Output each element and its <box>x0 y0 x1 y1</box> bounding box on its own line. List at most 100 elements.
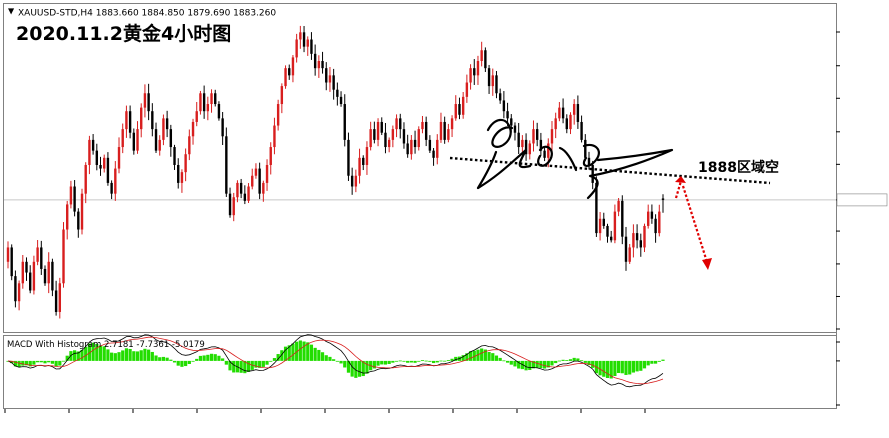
macd-histogram-bar <box>639 360 643 371</box>
candle-bull <box>280 86 284 105</box>
candle-bull <box>188 136 191 155</box>
candle-bear <box>151 111 154 130</box>
macd-histogram-bar <box>443 360 447 362</box>
candle-bull <box>613 211 617 241</box>
collapse-triangle-icon[interactable]: ▼ <box>8 7 15 16</box>
candle-bear <box>343 104 346 140</box>
candle-bear <box>310 39 313 54</box>
macd-histogram-bar <box>21 360 25 366</box>
candle-bear <box>406 143 409 155</box>
candle-bear <box>147 93 150 112</box>
candle-bull <box>143 93 147 108</box>
macd-histogram-bar <box>206 354 210 361</box>
candle-bull <box>254 168 258 176</box>
price-axis <box>836 31 888 330</box>
candle-bear <box>128 111 132 133</box>
candle-bull <box>36 247 39 262</box>
candle-bull <box>158 139 161 151</box>
candle-bull <box>317 61 321 69</box>
short-zone-annotation: 1888区域空 <box>698 159 779 176</box>
macd-histogram-bar <box>661 359 665 361</box>
macd-histogram-bar <box>513 360 517 367</box>
macd-histogram-bar <box>50 360 55 364</box>
macd-histogram-bar <box>616 360 621 373</box>
macd-histogram-bar <box>335 360 339 362</box>
candle-bull <box>251 175 254 187</box>
macd-histogram-bar <box>431 360 436 364</box>
candle-bull <box>47 261 50 284</box>
candle-bear <box>332 75 335 90</box>
candle-bull <box>206 104 210 112</box>
candle-bear <box>517 132 520 148</box>
candle-bear <box>402 129 406 144</box>
candle-bull <box>439 121 443 140</box>
macd-histogram-bar <box>132 351 136 361</box>
candle-bear <box>535 129 539 140</box>
candle-bull <box>480 50 483 62</box>
candle-bull <box>69 186 73 205</box>
macd-histogram-bar <box>505 360 510 363</box>
macd-histogram-bar <box>272 358 277 361</box>
candle-bull <box>461 96 465 115</box>
candle-bear <box>661 198 665 200</box>
macd-histogram-bar <box>357 360 362 377</box>
candle-bear <box>77 211 80 230</box>
candle-bear <box>339 96 343 105</box>
macd-histogram-bar <box>246 360 251 372</box>
candle-bull <box>232 197 235 216</box>
macd-histogram-bar <box>383 360 388 365</box>
candle-bear <box>54 290 58 312</box>
candle-bull <box>284 68 287 87</box>
candle-bear <box>498 93 502 101</box>
macd-histogram-bar <box>58 360 62 366</box>
macd-histogram-bar <box>324 355 328 361</box>
candle-bull <box>643 225 646 248</box>
candle-bull <box>236 182 239 198</box>
candle-bull <box>273 125 276 148</box>
macd-histogram-bar <box>646 360 650 366</box>
macd-histogram-bar <box>221 358 225 361</box>
candle-bull <box>66 204 69 230</box>
macd-histogram-bar <box>343 360 347 368</box>
macd-histogram-bar <box>480 348 484 361</box>
macd-histogram-bar <box>542 360 547 369</box>
macd-histogram-bar <box>550 360 554 366</box>
macd-histogram-bar <box>554 360 558 364</box>
trading-chart-window: ▼ XAUUSD-STD,H4 1883.660 1884.850 1879.6… <box>0 0 889 434</box>
macd-histogram-bar <box>572 357 576 361</box>
macd-histogram-bar <box>313 347 317 361</box>
candle-bear <box>95 150 99 165</box>
macd-histogram-bar <box>328 356 332 361</box>
candle-bull <box>276 104 280 126</box>
macd-histogram-bar <box>320 352 325 361</box>
candle-bear <box>635 233 639 241</box>
symbol-info-line: XAUUSD-STD,H4 1883.660 1884.850 1879.690… <box>18 9 276 19</box>
candle-bear <box>561 107 565 119</box>
macd-histogram-bar <box>528 360 532 371</box>
candle-bull <box>632 233 635 248</box>
candle-bear <box>25 261 28 273</box>
macd-histogram-bar <box>147 349 151 361</box>
candle-bull <box>295 39 298 58</box>
candle-bear <box>576 104 580 122</box>
candle-bear <box>413 139 417 148</box>
macd-histogram-bar <box>409 360 413 363</box>
macd-histogram-bar <box>568 359 573 361</box>
candle-bull <box>450 118 454 130</box>
candle-bull <box>58 283 62 312</box>
candle-bear <box>221 118 224 137</box>
macd-histogram-bar <box>198 355 203 361</box>
candle-bull <box>646 211 650 226</box>
candle-bull <box>528 143 531 155</box>
candle-bear <box>609 236 613 241</box>
candle-bear <box>591 164 594 183</box>
candle-bear <box>587 157 591 165</box>
candle-bear <box>243 193 247 201</box>
candle-bull <box>17 283 21 302</box>
candle-bull <box>569 114 572 130</box>
macd-histogram-bar <box>135 351 140 361</box>
time-axis <box>4 409 646 413</box>
candle-bull <box>387 139 391 148</box>
candle-bull <box>421 121 424 130</box>
candle-bull <box>306 39 309 47</box>
